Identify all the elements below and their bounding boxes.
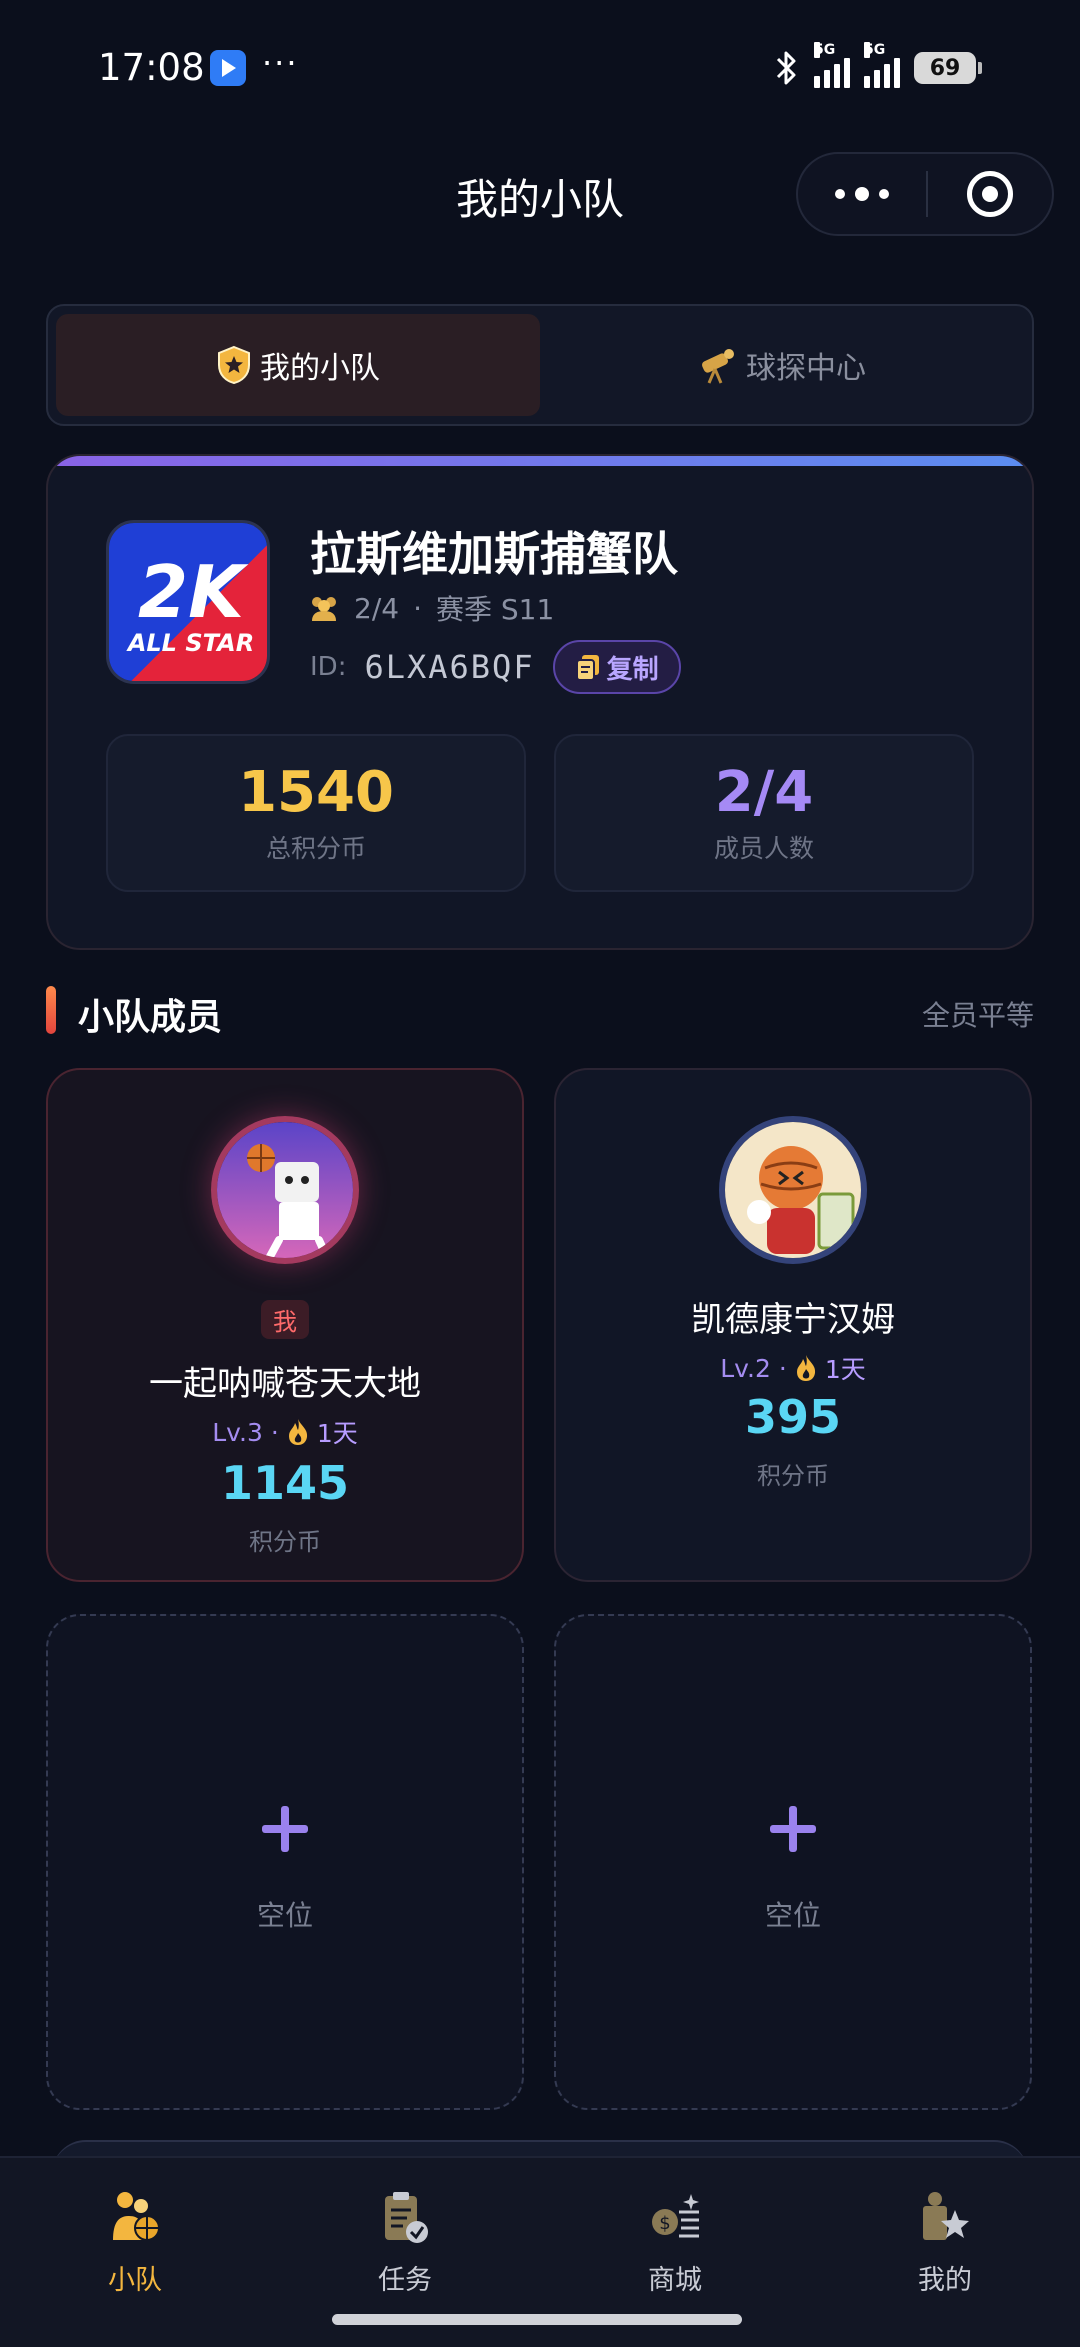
status-indicators: 5G 5G 69 [774, 42, 982, 92]
home-indicator[interactable] [332, 2314, 742, 2325]
fire-icon [796, 1355, 815, 1381]
members-section-title: 小队成员 [78, 997, 223, 1038]
team-name: 拉斯维加斯捕蟹队 [310, 527, 678, 581]
shield-icon [218, 345, 250, 385]
plus-icon [262, 1806, 308, 1852]
nav-label-shop: 商城 [648, 2265, 702, 2296]
team-logo: 2K ALL STAR [106, 520, 270, 684]
nav-label-profile: 我的 [918, 2265, 972, 2296]
member-points: 1145 [220, 1456, 350, 1510]
status-bar: 17:08 ··· 5G 5G 69 [0, 0, 1080, 140]
empty-slot-card[interactable]: 空位 [554, 1614, 1032, 2110]
network-type-label: 5G [814, 42, 836, 58]
team-id-row: ID: 6LXA6BQF 复制 [310, 640, 681, 694]
segment-tabs: 我的小队 球探中心 [46, 304, 1034, 426]
tab-my-team[interactable]: 我的小队 [56, 314, 540, 416]
member-level-row: Lv.3 · 1天 [48, 1414, 522, 1450]
member-name: 一起呐喊苍天大地 [149, 1364, 421, 1404]
network-type-label-2: 5G [864, 42, 886, 58]
more-options-button[interactable] [798, 154, 926, 234]
copy-icon [575, 655, 599, 681]
telescope-icon [701, 349, 734, 384]
member-count-stat: 2/4 成员人数 [554, 734, 974, 892]
nav-item-team[interactable]: 小队 [0, 2158, 270, 2347]
member-streak: 1天 [824, 1355, 866, 1384]
profile-icon [923, 2192, 969, 2240]
card-accent-line [48, 456, 1032, 466]
team-id-label: ID: [310, 652, 347, 682]
total-points-value: 1540 [238, 760, 394, 825]
nav-item-profile[interactable]: 我的 [810, 2158, 1080, 2347]
member-count-label: 成员人数 [713, 834, 814, 863]
me-badge: 我 [261, 1300, 309, 1339]
cellular-signal-icon-2: 5G [864, 42, 900, 88]
empty-slot-card[interactable]: 空位 [46, 1614, 524, 2110]
battery-icon: 69 [914, 52, 982, 84]
more-notifications-icon: ··· [262, 44, 299, 82]
logo-2k-text: 2K [138, 550, 249, 634]
member-card-me[interactable]: 我 一起呐喊苍天大地 Lv.3 · 1天 1145 积分币 [46, 1068, 524, 1582]
total-points-label: 总积分币 [265, 834, 366, 863]
member-streak: 1天 [316, 1419, 358, 1448]
member-count-value: 2/4 [714, 760, 814, 825]
total-points-stat: 1540 总积分币 [106, 734, 526, 892]
close-miniprogram-button[interactable] [928, 171, 1052, 217]
members-icon [312, 597, 336, 621]
member-card[interactable]: 凯德康宁汉姆 Lv.2 · 1天 395 积分币 [554, 1068, 1032, 1582]
logo-allstar-text: ALL STAR [126, 629, 254, 657]
nav-label-tasks: 任务 [378, 2265, 432, 2296]
copy-id-button[interactable]: 复制 [552, 640, 681, 694]
tab-scout-center[interactable]: 球探中心 [540, 314, 1024, 416]
status-time: 17:08 [98, 46, 205, 89]
avatar [719, 1116, 867, 1264]
tab-my-team-label: 我的小队 [260, 351, 380, 386]
nav-label-team: 小队 [108, 2265, 162, 2296]
level-separator: · [778, 1353, 787, 1383]
member-name: 凯德康宁汉姆 [691, 1300, 895, 1340]
members-section-note: 全员平等 [921, 999, 1034, 1032]
section-accent-bar [46, 986, 56, 1034]
miniprogram-capsule [796, 152, 1054, 236]
task-icon [385, 2192, 428, 2243]
notification-app-icon [210, 50, 246, 86]
member-points-unit: 积分币 [249, 1528, 321, 1556]
target-icon [967, 171, 1013, 217]
team-info-card: 2K ALL STAR 拉斯维加斯捕蟹队 2/4 · 赛季 S11 ID: 6L… [46, 454, 1034, 950]
copy-label: 复制 [606, 654, 659, 685]
team-id-value: 6LXA6BQF [364, 648, 535, 686]
avatar [211, 1116, 359, 1264]
svg-text:$: $ [659, 2213, 670, 2234]
member-points: 395 [744, 1390, 842, 1444]
member-level-row: Lv.2 · 1天 [556, 1350, 1030, 1386]
team-member-count: 2/4 [354, 591, 400, 625]
empty-slot-label: 空位 [256, 1899, 313, 1932]
cellular-signal-icon: 5G [814, 42, 850, 88]
empty-slot-label: 空位 [764, 1899, 821, 1932]
tab-scout-center-label: 球探中心 [746, 351, 866, 386]
team-season: 赛季 S11 [435, 593, 555, 626]
fire-icon [288, 1419, 307, 1445]
team-icon [113, 2192, 160, 2241]
plus-icon [770, 1806, 816, 1852]
member-level: Lv.2 [720, 1353, 771, 1383]
shop-icon: $ [652, 2194, 699, 2238]
member-level: Lv.3 [212, 1417, 263, 1447]
meta-separator: · [413, 591, 422, 625]
member-points-unit: 积分币 [757, 1462, 829, 1490]
level-separator: · [270, 1417, 279, 1447]
bluetooth-icon [776, 51, 796, 85]
team-meta: 2/4 · 赛季 S11 [308, 588, 554, 628]
